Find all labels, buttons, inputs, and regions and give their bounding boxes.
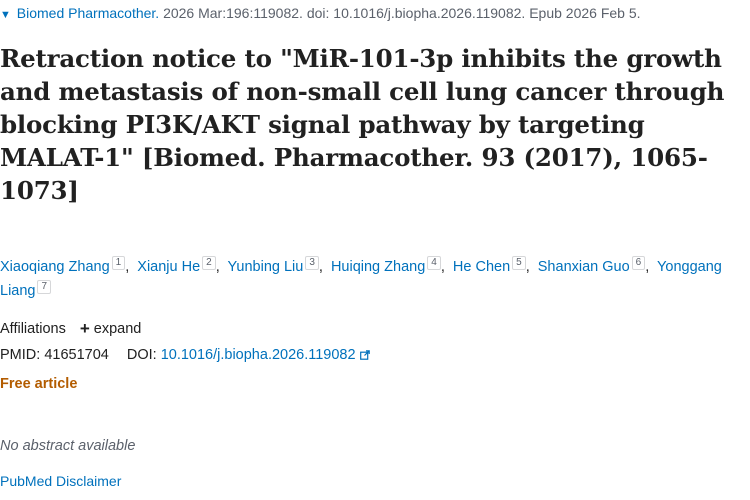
expand-label: expand <box>93 321 142 337</box>
author-name-link[interactable]: Huiqing Zhang <box>331 259 425 275</box>
pubmed-disclaimer-link[interactable]: PubMed Disclaimer <box>0 473 121 489</box>
author-entry: Yunbing Liu 3, <box>228 256 327 275</box>
author-separator: , <box>318 259 323 275</box>
affiliation-number[interactable]: 7 <box>37 280 52 294</box>
triangle-down-icon[interactable]: ▼ <box>0 9 11 21</box>
author-entry: Shanxian Guo 6, <box>538 256 654 275</box>
author-separator: , <box>440 259 445 275</box>
citation-details: 2026 Mar:196:119082. doi: 10.1016/j.biop… <box>159 5 641 21</box>
author-entry: He Chen 5, <box>453 256 534 275</box>
pmid-label: PMID: <box>0 347 41 363</box>
external-link-icon <box>359 350 370 360</box>
author-separator: , <box>125 259 130 275</box>
affiliation-number[interactable]: 4 <box>427 256 441 270</box>
author-entry: Huiqing Zhang 4, <box>331 256 449 275</box>
affiliation-number[interactable]: 2 <box>202 256 216 270</box>
author-entry: Xianju He 2, <box>137 256 223 275</box>
affiliations-expand-button[interactable]: + expand <box>79 319 142 338</box>
article-page: ▼ Biomed Pharmacother. 2026 Mar:196:1190… <box>0 0 750 500</box>
author-name-link[interactable]: Shanxian Guo <box>538 259 630 275</box>
affiliation-number[interactable]: 3 <box>305 256 319 270</box>
author-name-link[interactable]: Yunbing Liu <box>228 259 304 275</box>
author-entry: Xiaoqiang Zhang 1, <box>0 256 133 275</box>
free-article-badge: Free article <box>0 376 78 392</box>
affiliation-number[interactable]: 5 <box>512 256 526 270</box>
author-separator: , <box>215 259 220 275</box>
author-name-link[interactable]: Xiaoqiang Zhang <box>0 259 110 275</box>
doi-link[interactable]: 10.1016/j.biopha.2026.119082 <box>161 347 370 363</box>
doi-label: DOI: <box>126 347 157 363</box>
affiliation-number[interactable]: 1 <box>111 256 126 270</box>
affiliations-row: Affiliations + expand <box>0 318 141 338</box>
author-separator: , <box>525 259 530 275</box>
doi-value: 10.1016/j.biopha.2026.119082 <box>160 347 356 363</box>
author-name-link[interactable]: Xianju He <box>137 259 200 275</box>
affiliations-label: Affiliations <box>0 321 66 337</box>
no-abstract-text: No abstract available <box>0 438 136 454</box>
citation-line: ▼ Biomed Pharmacother. 2026 Mar:196:1190… <box>0 5 641 21</box>
identifiers-row: PMID: 41651704 DOI: 10.1016/j.biopha.202… <box>0 347 370 363</box>
article-title: Retraction notice to "MiR-101-3p inhibit… <box>0 44 725 205</box>
author-name-link[interactable]: He Chen <box>453 259 510 275</box>
author-separator: , <box>645 259 650 275</box>
pmid-value: 41651704 <box>44 347 109 363</box>
plus-icon: + <box>79 319 90 338</box>
journal-link[interactable]: Biomed Pharmacother. <box>17 5 159 21</box>
affiliation-number[interactable]: 6 <box>631 256 646 270</box>
author-list: Xiaoqiang Zhang 1, Xianju He 2, Yunbing Li… <box>0 255 748 303</box>
